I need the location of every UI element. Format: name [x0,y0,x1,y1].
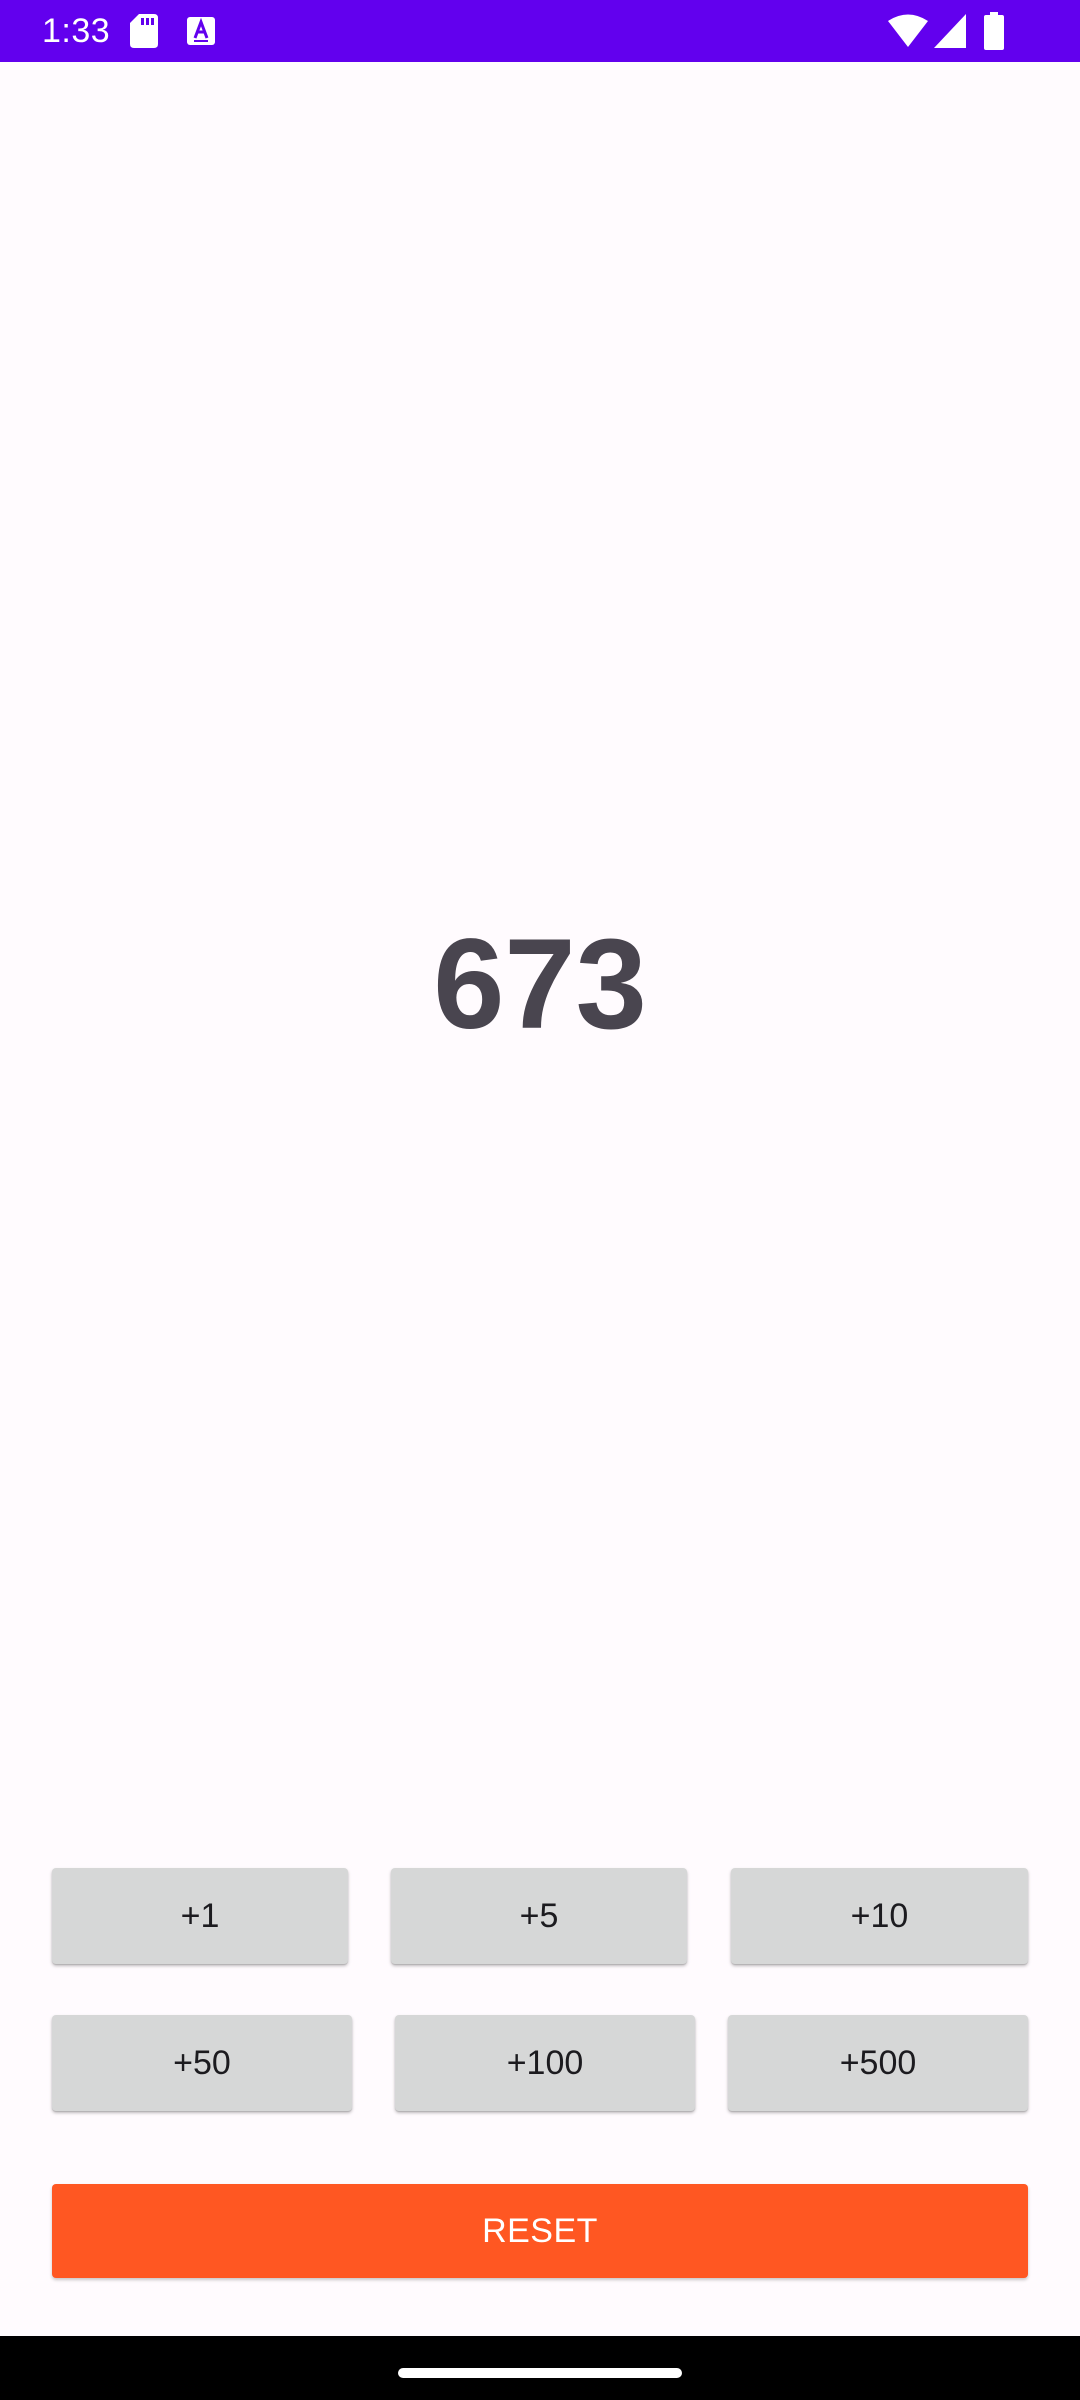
status-time: 1:33 [42,12,111,50]
navigation-bar [0,2336,1080,2400]
add-5-button[interactable]: +5 [391,1868,687,1964]
counter-value: 673 [433,913,647,1056]
home-gesture-handle[interactable] [398,2368,682,2378]
add-1-button[interactable]: +1 [52,1868,348,1964]
reset-button[interactable]: RESET [52,2184,1028,2278]
wifi-icon [888,14,928,47]
add-500-button[interactable]: +500 [728,2015,1028,2111]
battery-icon [984,12,1004,50]
status-bar: 1:33 [0,0,1080,62]
add-100-button[interactable]: +100 [395,2015,695,2111]
add-10-button[interactable]: +10 [731,1868,1028,1964]
keyboard-a-icon [187,17,215,45]
signal-icon [934,14,966,48]
add-50-button[interactable]: +50 [52,2015,352,2111]
sd-card-icon [130,14,158,48]
